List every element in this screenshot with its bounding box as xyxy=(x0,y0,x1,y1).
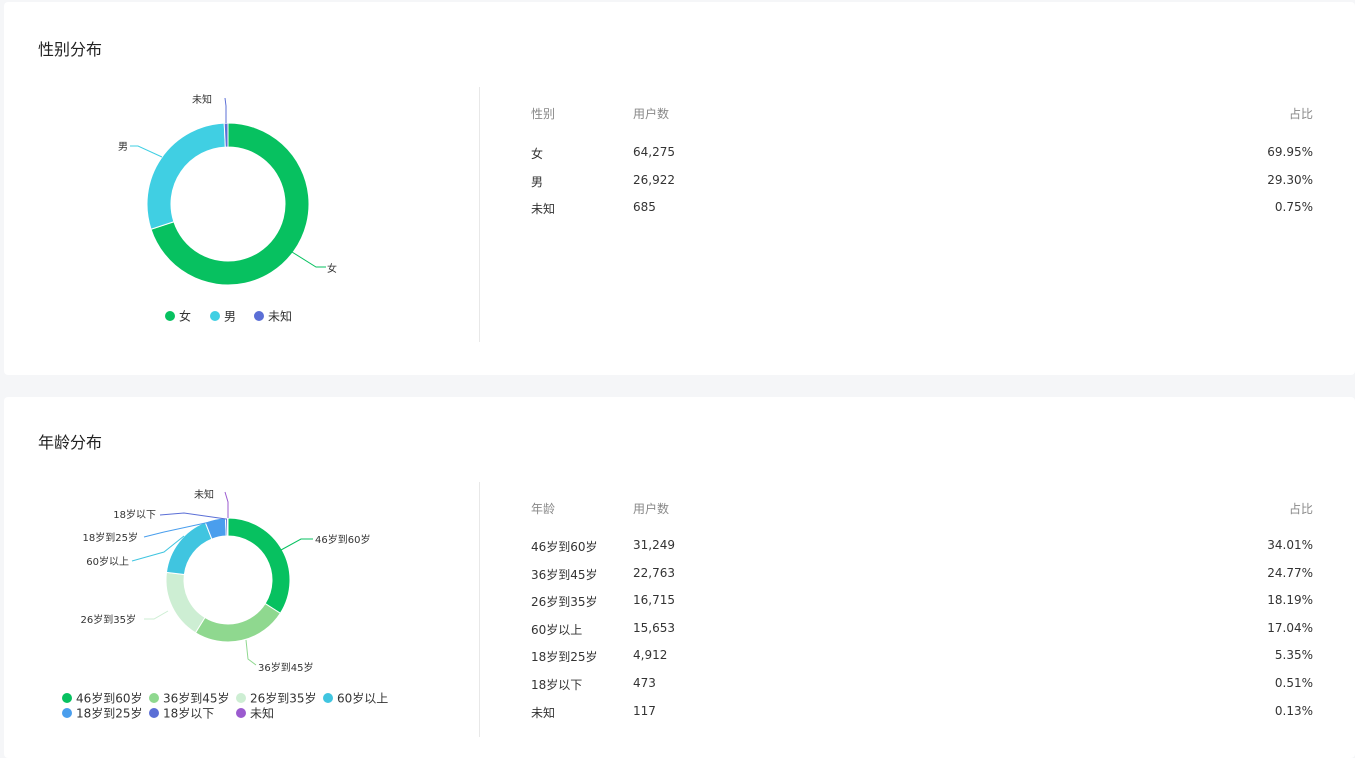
row-label: 男 xyxy=(531,174,544,189)
table-row: 女 64,275 69.95% xyxy=(531,145,1313,173)
table-row: 26岁到35岁 16,715 18.19% xyxy=(531,593,1313,621)
header-ratio: 占比 xyxy=(1288,107,1313,121)
row-count: 31,249 xyxy=(633,538,675,552)
row-label: 46岁到60岁 xyxy=(531,540,598,554)
legend-marker xyxy=(236,708,246,718)
legend-label[interactable]: 60岁以上 xyxy=(337,691,388,706)
gender-table: 性别 用户数 占比 女 64,275 69.95% 男 26,922 29.30… xyxy=(531,105,1313,228)
slice-label: 未知 xyxy=(192,93,212,106)
legend-marker xyxy=(149,693,159,703)
row-count: 685 xyxy=(633,200,656,215)
row-pct: 29.30% xyxy=(1267,172,1313,187)
legend-label[interactable]: 未知 xyxy=(268,310,292,324)
age-divider xyxy=(479,482,480,737)
slice-label: 女 xyxy=(327,262,337,275)
row-pct: 18.19% xyxy=(1267,593,1313,608)
age-card: 年龄分布 46岁到60岁 36岁到45岁 26岁到35岁 60岁以上 18岁到25岁 18… xyxy=(4,397,1355,758)
donut-slice-1[interactable] xyxy=(194,602,282,643)
row-label: 女 xyxy=(531,147,544,161)
legend-label[interactable]: 46岁到60岁 xyxy=(76,691,143,706)
header-age: 年龄 xyxy=(531,502,556,516)
label-leader-line xyxy=(245,639,257,666)
row-pct: 24.77% xyxy=(1267,565,1313,580)
donut-slice-0[interactable] xyxy=(227,517,291,614)
legend-label[interactable]: 未知 xyxy=(250,707,274,721)
slice-label: 男 xyxy=(118,141,128,153)
row-pct: 0.13% xyxy=(1274,703,1313,718)
slice-label: 46岁到60岁 xyxy=(315,533,370,546)
row-label: 26岁到35岁 xyxy=(531,595,598,610)
legend-marker xyxy=(62,693,72,703)
label-leader-line xyxy=(224,491,229,518)
legend-marker xyxy=(165,311,175,321)
legend-marker xyxy=(323,693,333,703)
row-count: 64,275 xyxy=(633,145,675,159)
row-count: 117 xyxy=(633,703,656,718)
label-leader-line xyxy=(130,145,163,158)
gender-divider xyxy=(479,87,480,342)
legend-marker xyxy=(210,311,220,321)
label-leader-line xyxy=(224,97,227,123)
slice-label: 18岁到25岁 xyxy=(83,531,138,544)
gender-donut-chart: 女男未知女男未知 xyxy=(118,93,337,324)
table-row: 未知 117 0.13% xyxy=(531,704,1313,732)
gender-card: 性别分布 女男未知女男未知 性别 用户数 占比 女 64,275 69.95% … xyxy=(4,2,1355,375)
header-users: 用户数 xyxy=(633,502,670,516)
table-row: 36岁到45岁 22,763 24.77% xyxy=(531,566,1313,594)
table-row: 60岁以上 15,653 17.04% xyxy=(531,621,1313,649)
table-row: 18岁到25岁 4,912 5.35% xyxy=(531,648,1313,676)
gender-table-header: 性别 用户数 占比 xyxy=(531,105,1313,125)
row-count: 16,715 xyxy=(633,593,675,608)
row-count: 26,922 xyxy=(633,172,675,187)
row-pct: 17.04% xyxy=(1267,620,1313,635)
label-leader-line xyxy=(159,512,227,520)
row-pct: 34.01% xyxy=(1267,538,1313,552)
age-donut-chart: 46岁到60岁36岁到45岁26岁到35岁60岁以上18岁到25岁18岁以下未知… xyxy=(62,488,388,721)
age-table-header: 年龄 用户数 占比 xyxy=(531,500,1313,520)
slice-label: 36岁到45岁 xyxy=(258,661,313,674)
row-count: 4,912 xyxy=(633,648,668,663)
legend-label[interactable]: 男 xyxy=(224,310,236,324)
slice-label: 26岁到35岁 xyxy=(81,613,136,626)
header-ratio: 占比 xyxy=(1288,502,1313,516)
row-label: 18岁到25岁 xyxy=(531,650,598,665)
slice-label: 未知 xyxy=(194,488,214,501)
label-leader-line xyxy=(280,538,313,551)
table-row: 18岁以下 473 0.51% xyxy=(531,676,1313,704)
slice-label: 18岁以下 xyxy=(113,508,156,521)
row-count: 15,653 xyxy=(633,620,675,635)
legend-marker xyxy=(254,311,264,321)
legend-marker xyxy=(62,708,72,718)
label-leader-line xyxy=(291,251,326,268)
row-label: 36岁到45岁 xyxy=(531,567,598,582)
legend-label[interactable]: 女 xyxy=(179,309,191,324)
slice-label: 60岁以上 xyxy=(86,555,129,568)
row-count: 22,763 xyxy=(633,565,675,580)
age-table: 年龄 用户数 占比 46岁到60岁 31,249 34.01% 36岁到45岁 … xyxy=(531,500,1313,731)
donut-slice-1[interactable] xyxy=(146,122,226,230)
table-row: 未知 685 0.75% xyxy=(531,200,1313,228)
legend-marker xyxy=(236,693,246,703)
row-pct: 69.95% xyxy=(1267,145,1313,159)
legend-label[interactable]: 18岁以下 xyxy=(163,706,214,721)
header-gender: 性别 xyxy=(531,107,556,121)
legend-label[interactable]: 36岁到45岁 xyxy=(163,691,230,706)
legend-label[interactable]: 26岁到35岁 xyxy=(250,691,317,706)
label-leader-line xyxy=(144,610,169,620)
row-pct: 5.35% xyxy=(1274,648,1313,663)
row-count: 473 xyxy=(633,675,656,690)
legend-label[interactable]: 18岁到25岁 xyxy=(76,706,143,721)
row-label: 18岁以下 xyxy=(531,677,583,692)
donut-slice-2[interactable] xyxy=(223,122,229,148)
legend-marker xyxy=(149,708,159,718)
donut-slice-2[interactable] xyxy=(165,571,206,634)
table-row: 46岁到60岁 31,249 34.01% xyxy=(531,538,1313,566)
row-pct: 0.51% xyxy=(1274,675,1313,690)
row-label: 60岁以上 xyxy=(531,622,583,637)
table-row: 男 26,922 29.30% xyxy=(531,173,1313,201)
row-label: 未知 xyxy=(531,202,556,217)
row-label: 未知 xyxy=(531,705,556,720)
row-pct: 0.75% xyxy=(1274,200,1313,215)
header-users: 用户数 xyxy=(633,107,670,121)
